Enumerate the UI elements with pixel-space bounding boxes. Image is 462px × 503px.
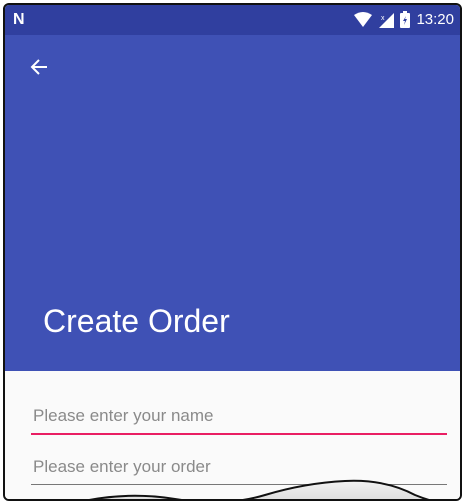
name-input[interactable] xyxy=(31,399,447,435)
page-title: Create Order xyxy=(43,303,230,339)
arrow-back-icon xyxy=(30,58,48,81)
order-form xyxy=(5,371,460,499)
wifi-icon xyxy=(354,12,373,27)
battery-icon xyxy=(400,11,411,28)
status-icons: x 13:20 xyxy=(354,11,454,28)
status-bar: N x 13:20 xyxy=(5,5,460,35)
notification-n-glyph: N xyxy=(13,11,25,28)
clock-time: 13:20 xyxy=(416,11,454,28)
device-frame: N x 13:20 Create Order xyxy=(3,3,462,501)
svg-text:x: x xyxy=(381,15,385,22)
back-button[interactable] xyxy=(23,53,55,85)
app-bar: Create Order xyxy=(5,35,460,371)
signal-icon: x xyxy=(378,12,395,28)
torn-edge-decoration xyxy=(89,479,430,499)
